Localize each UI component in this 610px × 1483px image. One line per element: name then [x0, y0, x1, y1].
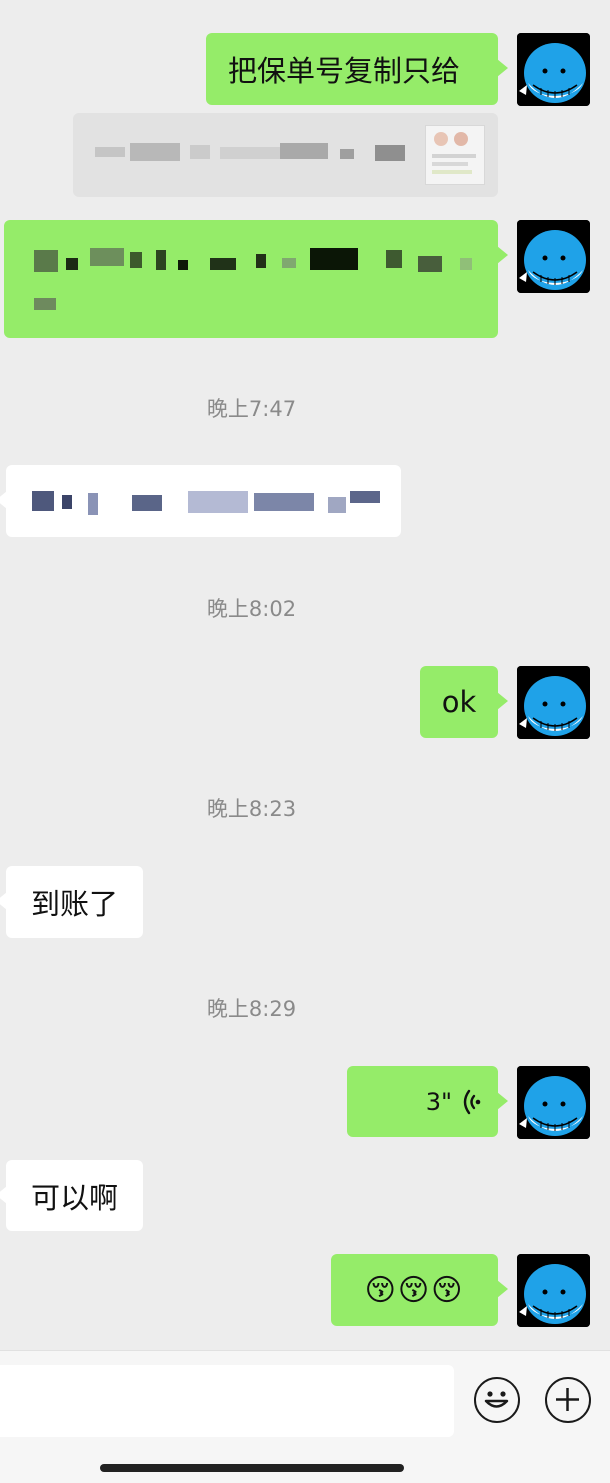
sent-message-bubble[interactable]: 把保单号复制只给	[206, 33, 508, 105]
whale-avatar-icon	[517, 1254, 590, 1327]
timestamp: 晚上8:23	[206, 797, 297, 821]
emoji-smile-icon	[484, 1391, 509, 1408]
user-avatar[interactable]	[517, 1066, 590, 1139]
blurred-thumbnail	[425, 125, 485, 185]
whale-avatar-icon	[517, 1066, 590, 1139]
blurred-text	[34, 248, 474, 318]
sent-message-bubble[interactable]	[4, 220, 508, 338]
message-text: 到账了	[30, 887, 118, 921]
timestamp: 晚上8:02	[206, 597, 297, 621]
quoted-message-card[interactable]	[73, 113, 498, 197]
message-text: ok	[441, 685, 477, 719]
blurred-text	[32, 491, 382, 515]
whale-avatar-icon	[517, 220, 590, 293]
timestamp: 晚上7:47	[206, 397, 297, 421]
message-text: 可以啊	[30, 1180, 118, 1215]
voice-duration: 3"	[425, 1087, 452, 1116]
user-avatar[interactable]	[517, 220, 590, 293]
received-message-bubble[interactable]	[0, 465, 401, 537]
message-text: 把保单号复制只给	[228, 54, 461, 88]
whale-avatar-icon	[517, 33, 590, 106]
sent-message-bubble[interactable]: 😚😚😚	[331, 1254, 508, 1326]
received-message-bubble[interactable]: 可以啊	[0, 1160, 143, 1231]
timestamp: 晚上8:29	[206, 997, 297, 1021]
plus-button[interactable]	[545, 1377, 591, 1423]
home-indicator	[100, 1464, 404, 1472]
user-avatar[interactable]	[517, 1254, 590, 1327]
sent-message-bubble[interactable]: ok	[420, 666, 508, 738]
user-avatar[interactable]	[517, 33, 590, 106]
input-bar	[0, 1350, 610, 1483]
emoji-text: 😚😚😚	[364, 1272, 465, 1308]
received-message-bubble[interactable]: 到账了	[0, 866, 143, 938]
plus-circle-icon	[556, 1388, 579, 1411]
whale-avatar-icon	[517, 666, 590, 739]
voice-message-bubble[interactable]: 3"	[347, 1066, 508, 1137]
message-input[interactable]	[0, 1365, 454, 1437]
user-avatar[interactable]	[517, 666, 590, 739]
blurred-text	[95, 143, 405, 163]
emoji-button[interactable]	[474, 1377, 520, 1423]
voice-wave-icon	[463, 1089, 481, 1114]
